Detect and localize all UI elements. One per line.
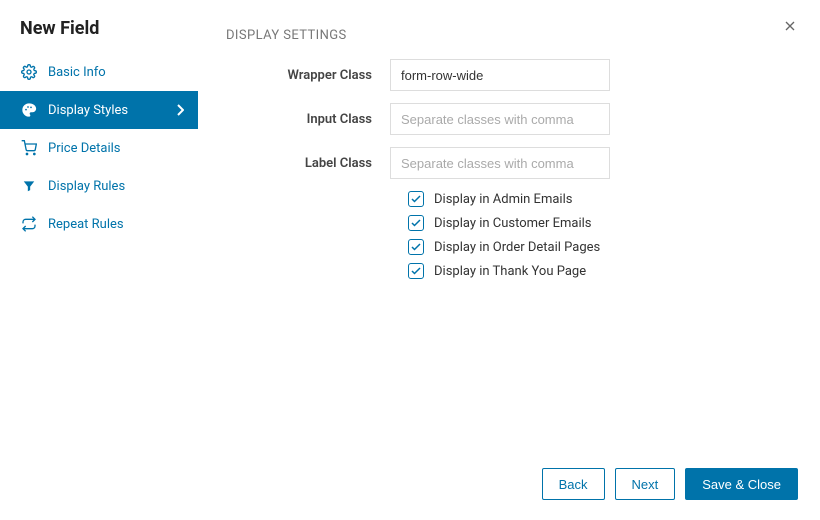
checkbox-order-detail-pages[interactable]: Display in Order Detail Pages (408, 239, 792, 255)
palette-icon (20, 101, 38, 119)
main-panel: DISPLAY SETTINGS Wrapper Class Input Cla… (198, 0, 820, 520)
repeat-icon (20, 215, 38, 233)
sidebar-item-repeat-rules[interactable]: Repeat Rules (0, 205, 198, 243)
sidebar-item-label: Repeat Rules (48, 217, 124, 232)
label-label-class: Label Class (226, 156, 390, 171)
sidebar-item-display-styles[interactable]: Display Styles (0, 91, 198, 129)
sidebar-item-label: Price Details (48, 141, 120, 156)
chevron-right-icon (176, 104, 184, 116)
sidebar-item-price-details[interactable]: Price Details (0, 129, 198, 167)
checkbox-label: Display in Customer Emails (434, 216, 591, 231)
sidebar-item-label: Display Rules (48, 179, 125, 194)
input-input-class[interactable] (390, 103, 610, 135)
checkbox-label: Display in Admin Emails (434, 192, 572, 207)
input-label-class[interactable] (390, 147, 610, 179)
sidebar-item-basic-info[interactable]: Basic Info (0, 53, 198, 91)
checkbox-customer-emails[interactable]: Display in Customer Emails (408, 215, 792, 231)
row-input-class: Input Class (226, 103, 792, 135)
footer-actions: Back Next Save & Close (198, 468, 820, 520)
row-label-class: Label Class (226, 147, 792, 179)
row-wrapper-class: Wrapper Class (226, 59, 792, 91)
sidebar-item-label: Display Styles (48, 103, 128, 118)
close-button[interactable] (782, 18, 798, 34)
save-close-button[interactable]: Save & Close (685, 468, 798, 500)
checkbox-group: Display in Admin Emails Display in Custo… (226, 191, 792, 279)
sidebar-item-display-rules[interactable]: Display Rules (0, 167, 198, 205)
gear-icon (20, 63, 38, 81)
label-wrapper-class: Wrapper Class (226, 68, 390, 83)
form-area: Wrapper Class Input Class Label Class Di… (198, 49, 820, 287)
input-wrapper-class[interactable] (390, 59, 610, 91)
checkbox-icon (408, 239, 424, 255)
back-button[interactable]: Back (542, 468, 605, 500)
checkbox-icon (408, 191, 424, 207)
checkbox-icon (408, 215, 424, 231)
cart-icon (20, 139, 38, 157)
checkbox-thank-you-page[interactable]: Display in Thank You Page (408, 263, 792, 279)
checkbox-label: Display in Order Detail Pages (434, 240, 600, 255)
checkbox-label: Display in Thank You Page (434, 264, 586, 279)
sidebar: New Field Basic Info Display Styles Pric… (0, 0, 198, 520)
next-button[interactable]: Next (615, 468, 676, 500)
section-title: DISPLAY SETTINGS (198, 0, 820, 49)
sidebar-title: New Field (0, 18, 198, 53)
checkbox-admin-emails[interactable]: Display in Admin Emails (408, 191, 792, 207)
label-input-class: Input Class (226, 112, 390, 127)
funnel-icon (20, 177, 38, 195)
checkbox-icon (408, 263, 424, 279)
sidebar-item-label: Basic Info (48, 65, 106, 80)
